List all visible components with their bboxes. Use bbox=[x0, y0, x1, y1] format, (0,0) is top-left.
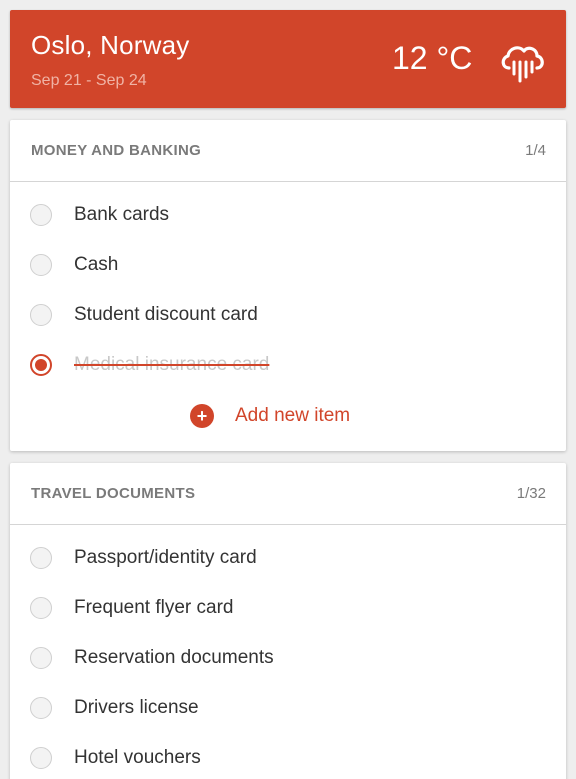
add-item-row: + Add new item bbox=[10, 391, 566, 441]
checkbox-unchecked[interactable] bbox=[30, 254, 52, 276]
section-title: MONEY AND BANKING bbox=[31, 142, 202, 159]
list-item[interactable]: Passport/identity card bbox=[10, 534, 566, 584]
item-list: Bank cards Cash Student discount card Me… bbox=[10, 182, 566, 441]
section-travel-documents: TRAVEL DOCUMENTS 1/32 Passport/identity … bbox=[10, 463, 566, 779]
section-title: TRAVEL DOCUMENTS bbox=[31, 485, 196, 502]
checkbox-unchecked[interactable] bbox=[30, 547, 52, 569]
list-item[interactable]: Medical insurance card bbox=[10, 341, 566, 391]
item-label: Bank cards bbox=[74, 204, 170, 225]
checkbox-unchecked[interactable] bbox=[30, 647, 52, 669]
checkbox-unchecked[interactable] bbox=[30, 597, 52, 619]
trip-destination: Oslo, Norway bbox=[31, 30, 190, 60]
list-item[interactable]: Frequent flyer card bbox=[10, 584, 566, 634]
section-header[interactable]: TRAVEL DOCUMENTS 1/32 bbox=[10, 463, 566, 525]
add-new-item-button[interactable]: + Add new item bbox=[190, 404, 350, 428]
checkbox-checked[interactable] bbox=[30, 354, 52, 376]
trip-dates: Sep 21 - Sep 24 bbox=[31, 72, 147, 89]
item-label: Cash bbox=[74, 254, 119, 275]
list-item[interactable]: Reservation documents bbox=[10, 634, 566, 684]
list-item[interactable]: Student discount card bbox=[10, 291, 566, 341]
trip-header[interactable]: Oslo, Norway Sep 21 - Sep 24 12 °C bbox=[10, 10, 566, 108]
item-label: Drivers license bbox=[74, 697, 199, 718]
packing-list-screen: Oslo, Norway Sep 21 - Sep 24 12 °C MONEY… bbox=[0, 0, 576, 779]
checkbox-unchecked[interactable] bbox=[30, 697, 52, 719]
section-progress-count: 1/32 bbox=[516, 485, 546, 502]
rain-cloud-icon bbox=[501, 46, 544, 83]
checkbox-unchecked[interactable] bbox=[30, 304, 52, 326]
list-item[interactable]: Drivers license bbox=[10, 684, 566, 734]
temperature: 12 °C bbox=[392, 40, 473, 76]
list-item[interactable]: Hotel vouchers bbox=[10, 734, 566, 779]
plus-icon: + bbox=[190, 404, 214, 428]
item-label: Passport/identity card bbox=[74, 547, 257, 568]
item-label: Hotel vouchers bbox=[74, 747, 201, 768]
item-label: Reservation documents bbox=[74, 647, 274, 668]
section-progress-count: 1/4 bbox=[525, 142, 546, 159]
list-item[interactable]: Cash bbox=[10, 241, 566, 291]
item-label: Student discount card bbox=[74, 304, 258, 325]
checkbox-unchecked[interactable] bbox=[30, 204, 52, 226]
item-label: Frequent flyer card bbox=[74, 597, 234, 618]
section-money-and-banking: MONEY AND BANKING 1/4 Bank cards Cash St… bbox=[10, 120, 566, 451]
add-new-item-label: Add new item bbox=[235, 405, 351, 426]
checkbox-unchecked[interactable] bbox=[30, 747, 52, 769]
list-item[interactable]: Bank cards bbox=[10, 191, 566, 241]
section-header[interactable]: MONEY AND BANKING 1/4 bbox=[10, 120, 566, 182]
item-list: Passport/identity card Frequent flyer ca… bbox=[10, 525, 566, 779]
item-label-completed: Medical insurance card bbox=[74, 354, 270, 375]
